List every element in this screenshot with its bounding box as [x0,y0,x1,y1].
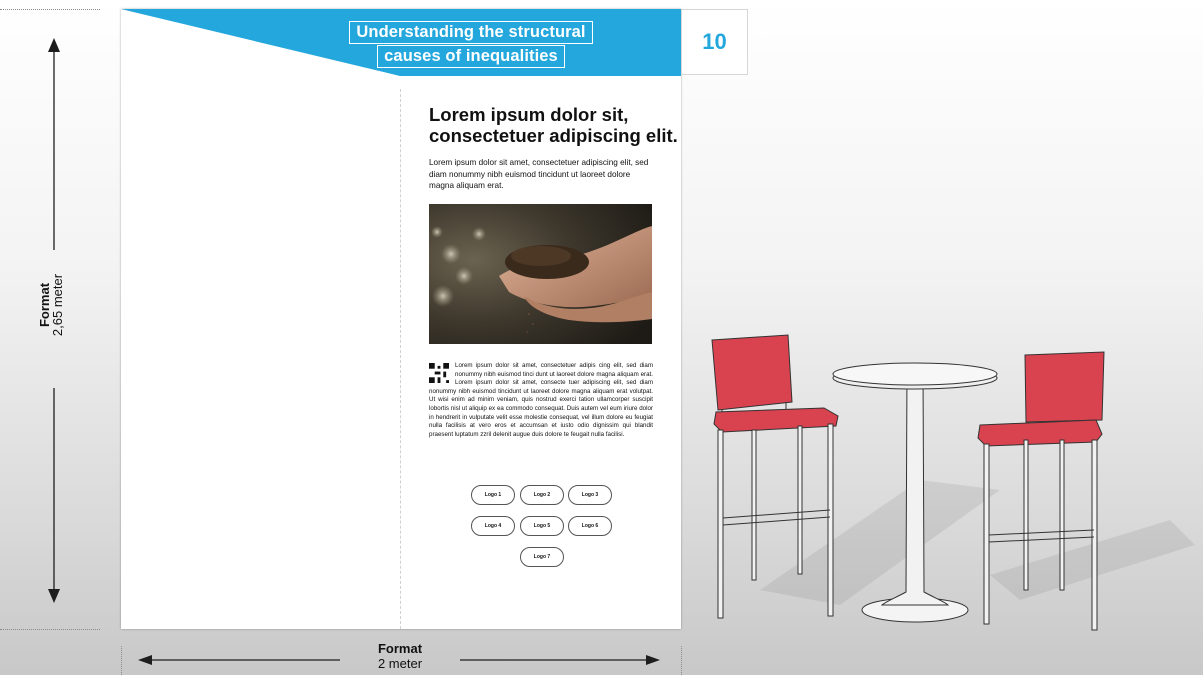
banner-title-line1: Understanding the structural [349,21,593,44]
width-dimension-label: Format 2 meter [340,641,460,671]
fold-line [400,89,401,629]
logo-7: Logo 7 [520,547,564,567]
banner-title-line2: causes of inequalities [377,45,565,68]
height-value: 2,65 meter [50,273,65,337]
bottom-guide-line [0,629,100,630]
banner-title-second: causes of inequalities [261,45,681,68]
page-number-badge: 10 [681,9,748,75]
width-value: 2 meter [377,656,423,671]
height-dimension-label: Format 2,65 meter [37,235,68,375]
body-paragraph: Lorem ipsum dolor sit amet, consectetuer… [429,362,653,438]
table-and-chairs-illustration [711,334,1195,631]
logo-6: Logo 6 [568,516,612,536]
left-width-guide [121,646,122,675]
logo-2: Logo 2 [520,485,564,505]
banner-title: Understanding the structural [261,21,681,44]
page-number: 10 [702,29,727,54]
width-label: Format [377,641,423,656]
logo-5: Logo 5 [520,516,564,536]
logo-1: Logo 1 [471,485,515,505]
intro-text: Lorem ipsum dolor sit amet, consectetuer… [429,158,649,190]
right-width-guide [681,646,682,675]
logo-4: Logo 4 [471,516,515,536]
top-guide-line [0,9,100,10]
content-heading: Lorem ipsum dolor sit, consectetuer adip… [429,104,678,146]
body-text-block: Lorem ipsum dolor sit amet, consectetuer… [429,362,653,439]
qr-code-icon [429,363,449,383]
soil-hands-photo [429,204,652,344]
logo-3: Logo 3 [568,485,612,505]
